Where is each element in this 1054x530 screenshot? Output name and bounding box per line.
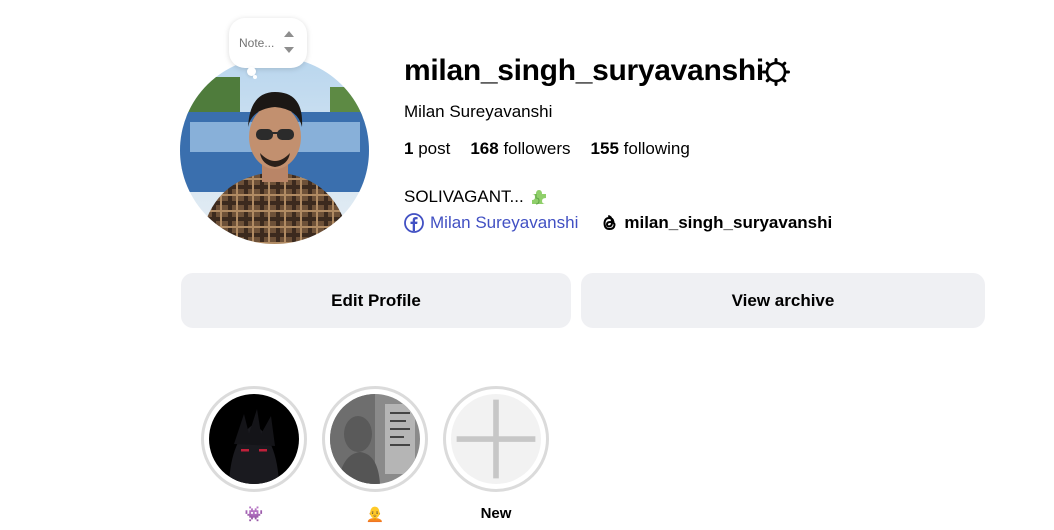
- highlight-label: 👾: [244, 506, 264, 523]
- note-tail-dot-small: [253, 75, 257, 79]
- highlight-label: 🧑‍🦲: [365, 506, 385, 523]
- new-highlight-item: New: [442, 386, 550, 525]
- settings-gear-icon[interactable]: [761, 57, 791, 87]
- note-scroll-arrows-icon: [284, 31, 294, 53]
- posts-count: 1: [404, 139, 414, 158]
- followers-label: followers: [503, 139, 571, 158]
- avatar-photo: [180, 57, 369, 244]
- view-archive-button[interactable]: View archive: [581, 273, 985, 328]
- highlight-ring[interactable]: [201, 386, 307, 492]
- facebook-link[interactable]: Milan Sureyavanshi: [404, 213, 578, 233]
- profile-links: Milan Sureyavanshi milan_singh_suryavans…: [404, 213, 832, 233]
- threads-link-label: milan_singh_suryavanshi: [624, 213, 833, 232]
- posts-stat: 1 post: [404, 139, 450, 159]
- dark-character-thumbnail: [209, 394, 299, 484]
- highlight-cover: [330, 394, 420, 484]
- plus-icon: [456, 399, 536, 479]
- highlight-item: 👾: [200, 386, 308, 525]
- profile-full-name: Milan Sureyavanshi: [404, 102, 553, 121]
- highlight-ring[interactable]: [322, 386, 428, 492]
- note-placeholder: Note...: [239, 36, 275, 50]
- following-label: following: [623, 139, 690, 158]
- threads-link[interactable]: milan_singh_suryavanshi: [600, 213, 832, 233]
- facebook-icon: [404, 213, 424, 233]
- highlight-item: 🧑‍🦲: [321, 386, 429, 525]
- new-highlight-label: New: [480, 505, 512, 522]
- profile-avatar[interactable]: [180, 57, 369, 244]
- new-highlight-button[interactable]: [443, 386, 549, 492]
- following-count: 155: [590, 139, 619, 158]
- profile-stats: 1 post 168 followers 155 following: [404, 139, 690, 159]
- note-bubble[interactable]: Note...: [229, 18, 307, 68]
- puzzle-piece-icon: [531, 190, 546, 205]
- followers-count: 168: [470, 139, 499, 158]
- following-stat[interactable]: 155 following: [591, 139, 690, 159]
- posts-label: post: [418, 139, 451, 158]
- bio-text: SOLIVAGANT...: [404, 187, 524, 206]
- profile-username: milan_singh_suryavanshi: [404, 54, 764, 87]
- highlight-cover: [209, 394, 299, 484]
- profile-bio: SOLIVAGANT...: [404, 187, 548, 207]
- new-highlight-cover: [451, 394, 541, 484]
- facebook-link-label: Milan Sureyavanshi: [430, 213, 579, 232]
- followers-stat[interactable]: 168 followers: [470, 139, 570, 159]
- threads-icon: [603, 215, 616, 231]
- profile-page: Note... milan_singh_suryavanshi Milan Su…: [0, 0, 1054, 530]
- edit-profile-button[interactable]: Edit Profile: [181, 273, 571, 328]
- grey-photo-thumbnail: [330, 394, 420, 484]
